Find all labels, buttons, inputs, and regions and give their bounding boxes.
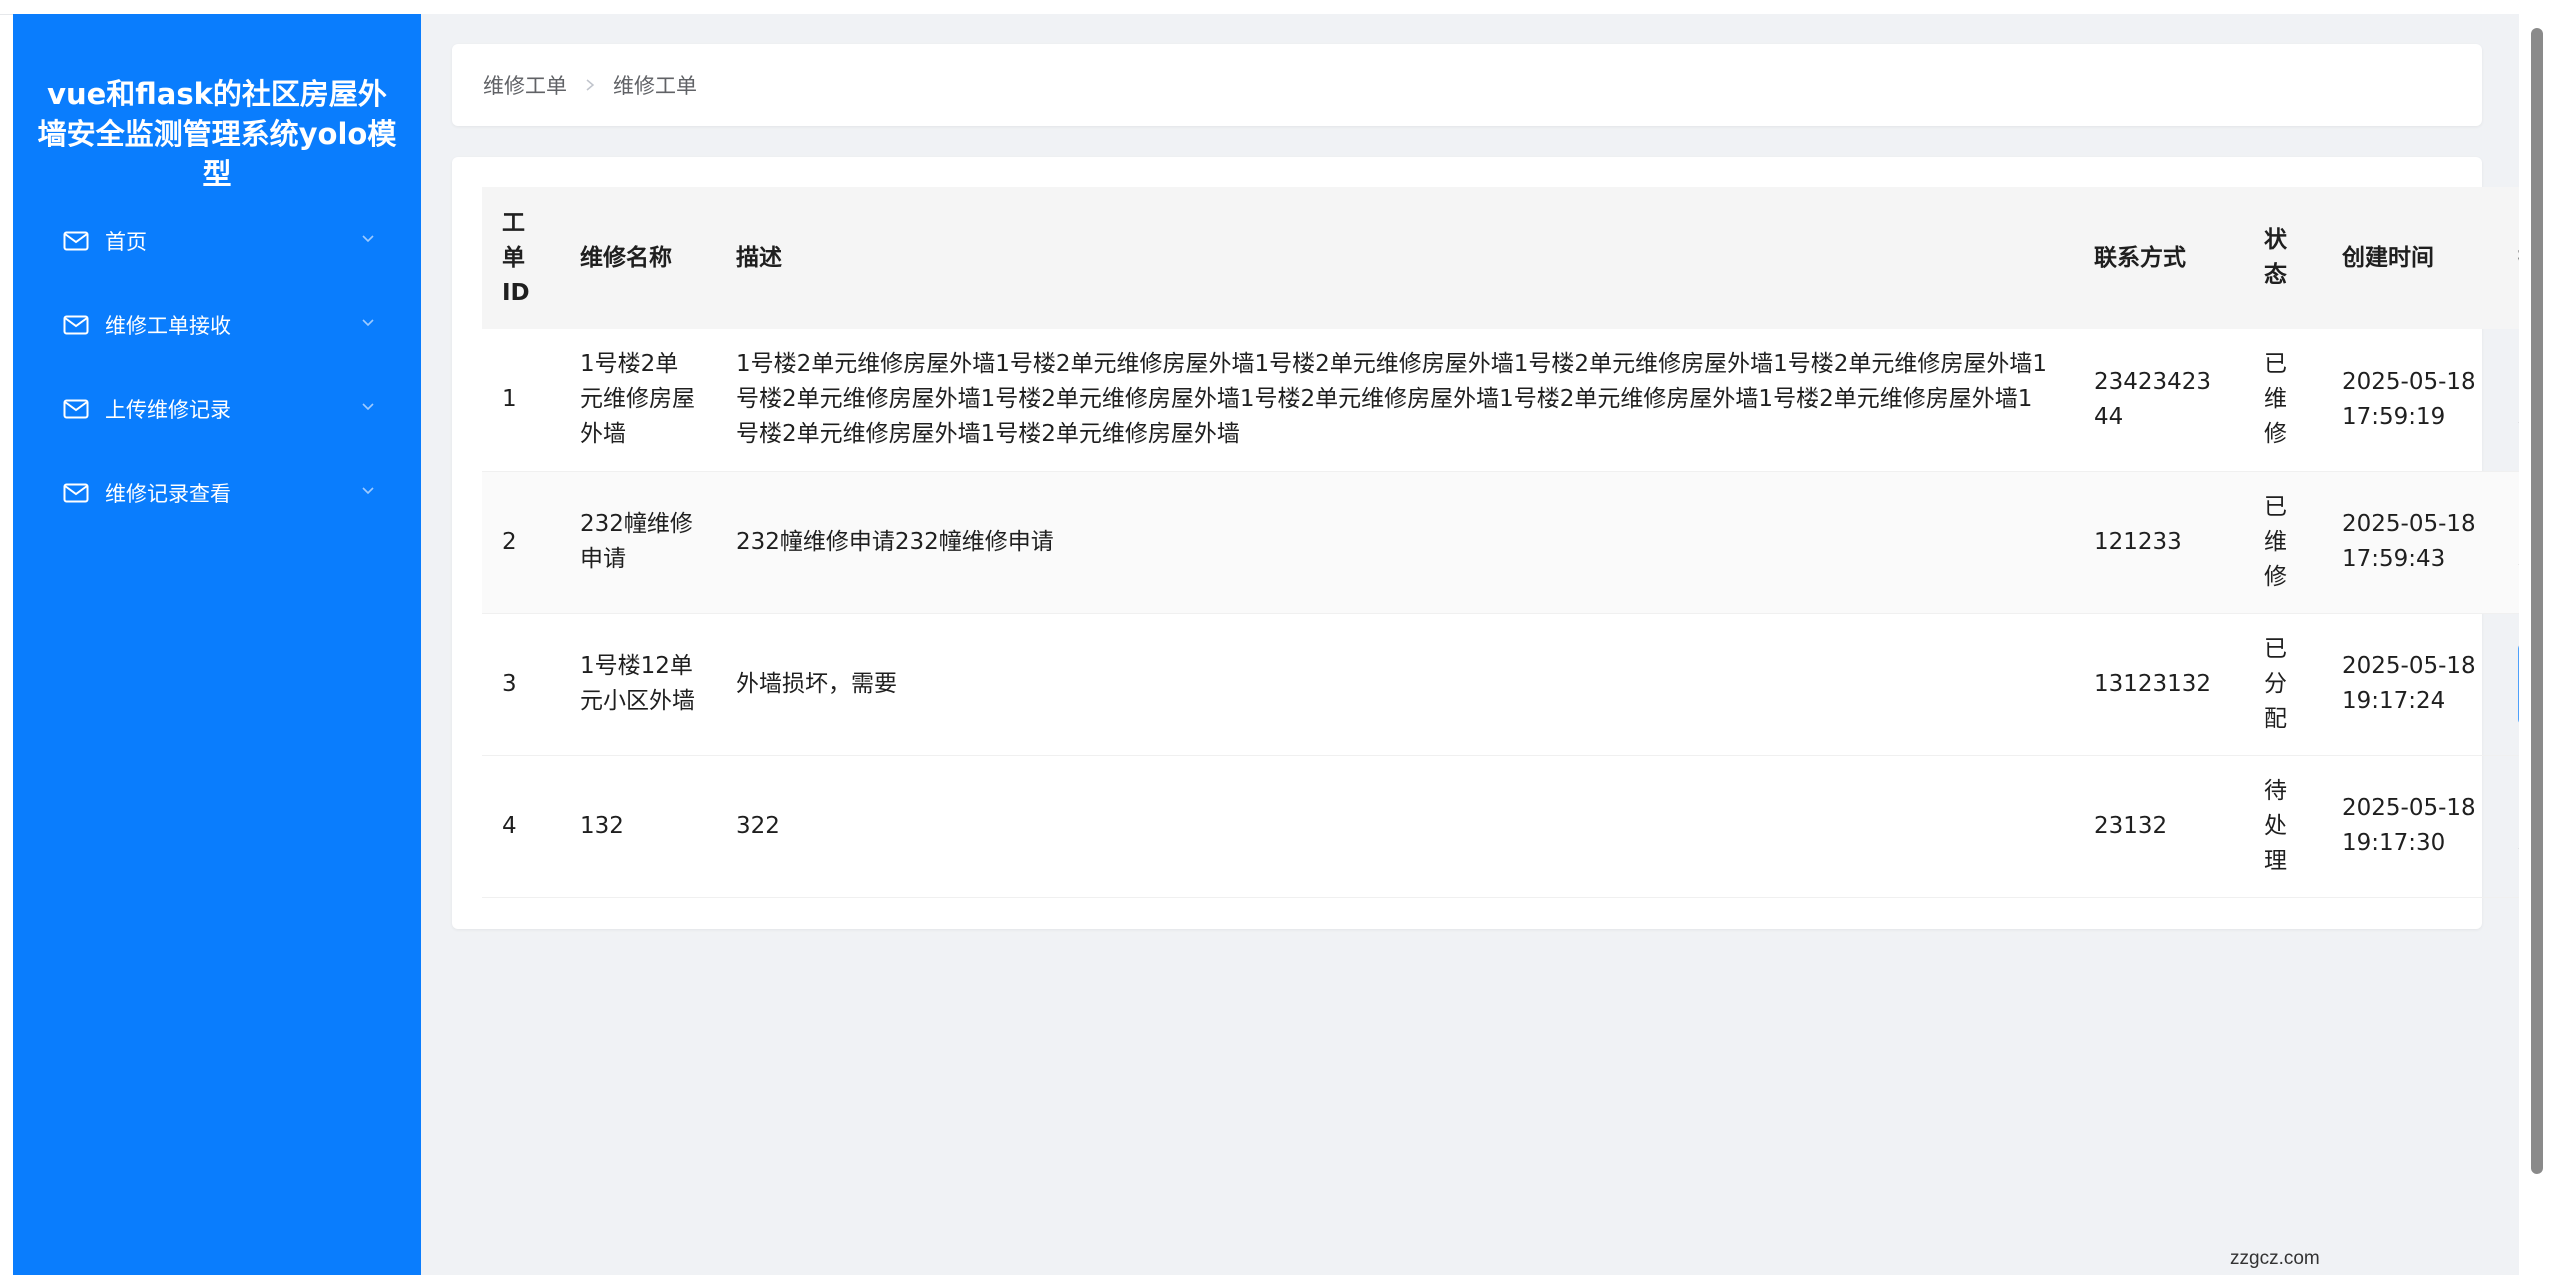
sidebar-item-upload-record[interactable]: 上传维修记录 xyxy=(13,367,421,451)
cell-status: 已维修 xyxy=(2244,329,2322,472)
sidebar-item-label: 维修记录查看 xyxy=(105,482,231,506)
main-content: 维修工单 维修工单 工单ID 维修名称 描述 联系方式 状态 创建时间 1 1号… xyxy=(421,14,2550,1275)
app-title: vue和flask的社区房屋外墙安全监测管理系统yolo模型 xyxy=(37,77,397,191)
cell-id: 3 xyxy=(482,613,560,756)
mail-icon xyxy=(63,231,89,251)
cell-description: 1号楼2单元维修房屋外墙1号楼2单元维修房屋外墙1号楼2单元维修房屋外墙1号楼2… xyxy=(716,329,2074,472)
column-header-contact: 联系方式 xyxy=(2074,187,2244,329)
cell-contact: 23132 xyxy=(2074,755,2244,898)
mail-icon xyxy=(63,483,89,503)
chevron-down-icon xyxy=(362,403,374,411)
cell-created: 2025-05-18 17:59:19 xyxy=(2322,329,2498,472)
cell-status: 已维修 xyxy=(2244,471,2322,614)
sidebar-item-view-records[interactable]: 维修记录查看 xyxy=(13,451,421,535)
cell-name: 1号楼2单元维修房屋外墙 xyxy=(560,329,716,472)
cell-description: 外墙损坏，需要 xyxy=(716,613,2074,756)
cell-id: 4 xyxy=(482,755,560,898)
work-order-table-card: 工单ID 维修名称 描述 联系方式 状态 创建时间 操作 1 1号楼2单元维修房… xyxy=(452,157,2550,929)
cell-status: 待处理 xyxy=(2244,755,2322,898)
cell-contact: 2342342344 xyxy=(2074,329,2244,472)
breadcrumb-item[interactable]: 维修工单 xyxy=(483,70,567,100)
cell-name: 132 xyxy=(560,755,716,898)
sidebar-item-label: 首页 xyxy=(105,230,147,254)
cell-contact: 121233 xyxy=(2074,471,2244,614)
table-row: 3 1号楼12单元小区外墙 外墙损坏，需要 13123132 已分配 2025-… xyxy=(482,613,2550,756)
watermark: zzgcz.com xyxy=(2230,1248,2320,1269)
table-header-row: 工单ID 维修名称 描述 联系方式 状态 创建时间 操作 xyxy=(482,187,2550,329)
breadcrumb: 维修工单 维修工单 xyxy=(452,44,2482,126)
table-row: 4 132 322 23132 待处理 2025-05-18 19:17:30 … xyxy=(482,755,2550,898)
top-edge xyxy=(0,0,2550,15)
mail-icon xyxy=(63,399,89,419)
column-header-description: 描述 xyxy=(716,187,2074,329)
column-header-status: 状态 xyxy=(2244,187,2322,329)
app-window: vue和flask的社区房屋外墙安全监测管理系统yolo模型 首页 维修工单接收 xyxy=(0,0,2550,1275)
sidebar-item-label: 上传维修记录 xyxy=(105,398,231,422)
cell-status: 已分配 xyxy=(2244,613,2322,756)
cell-created: 2025-05-18 17:59:43 xyxy=(2322,471,2498,614)
cell-description: 232幢维修申请232幢维修申请 xyxy=(716,471,2074,614)
table-row: 1 1号楼2单元维修房屋外墙 1号楼2单元维修房屋外墙1号楼2单元维修房屋外墙1… xyxy=(482,329,2550,472)
chevron-right-icon xyxy=(586,79,595,91)
cell-created: 2025-05-18 19:17:24 xyxy=(2322,613,2498,756)
work-order-table: 工单ID 维修名称 描述 联系方式 状态 创建时间 操作 1 1号楼2单元维修房… xyxy=(482,187,2550,898)
sidebar-menu: 首页 维修工单接收 上传维修记录 维修记录查看 xyxy=(13,199,421,535)
sidebar: vue和flask的社区房屋外墙安全监测管理系统yolo模型 首页 维修工单接收 xyxy=(13,14,421,1275)
cell-name: 232幢维修申请 xyxy=(560,471,716,614)
sidebar-item-work-order-receive[interactable]: 维修工单接收 xyxy=(13,283,421,367)
sidebar-item-label: 维修工单接收 xyxy=(105,314,231,338)
chevron-down-icon xyxy=(362,487,374,495)
column-header-name: 维修名称 xyxy=(560,187,716,329)
cell-contact: 13123132 xyxy=(2074,613,2244,756)
column-header-id: 工单ID xyxy=(482,187,560,329)
cell-created: 2025-05-18 19:17:30 xyxy=(2322,755,2498,898)
chevron-down-icon xyxy=(362,235,374,243)
breadcrumb-item-current: 维修工单 xyxy=(613,74,697,98)
column-header-created: 创建时间 xyxy=(2322,187,2498,329)
mail-icon xyxy=(63,315,89,335)
cell-id: 1 xyxy=(482,329,560,472)
cell-name: 1号楼12单元小区外墙 xyxy=(560,613,716,756)
vertical-scrollbar[interactable] xyxy=(2531,28,2543,1174)
chevron-down-icon xyxy=(362,319,374,327)
sidebar-item-home[interactable]: 首页 xyxy=(13,199,421,283)
cell-description: 322 xyxy=(716,755,2074,898)
table-row: 2 232幢维修申请 232幢维修申请232幢维修申请 121233 已维修 2… xyxy=(482,471,2550,614)
cell-id: 2 xyxy=(482,471,560,614)
